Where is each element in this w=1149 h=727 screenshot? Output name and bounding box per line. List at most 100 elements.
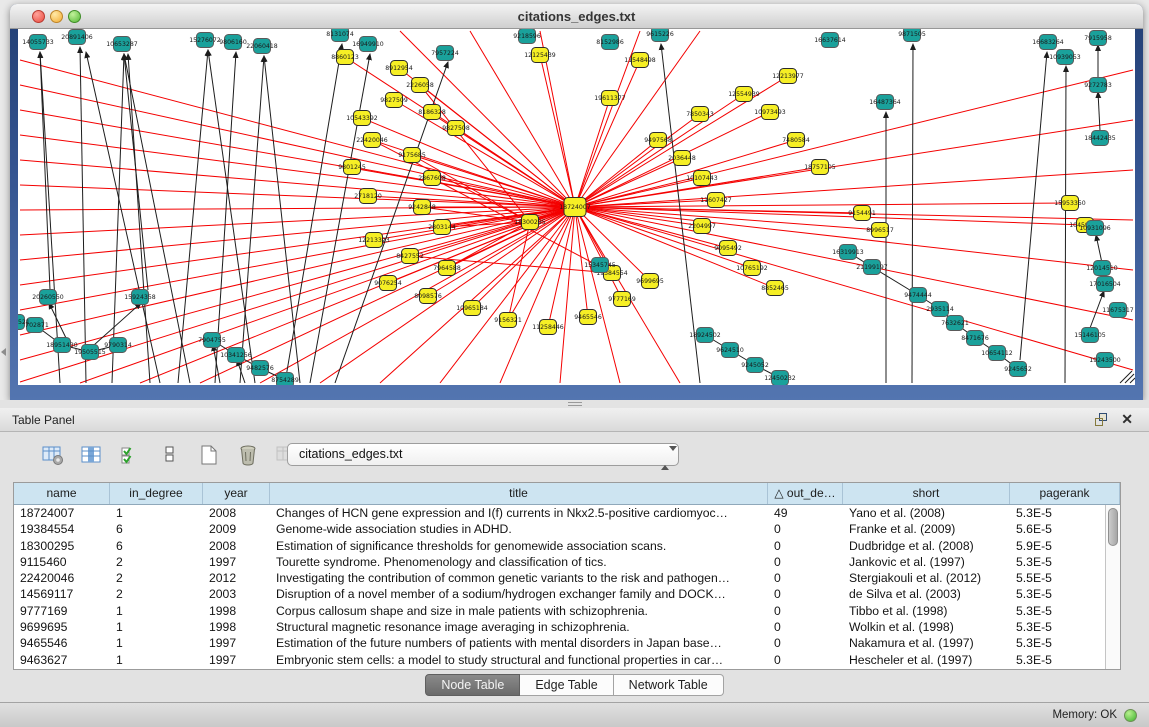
network-node-label: 18951430 — [46, 342, 78, 349]
network-edge — [112, 54, 124, 383]
network-node-label: 9156321 — [494, 317, 522, 324]
network-canvas[interactable]: 1872400788601238912954222605898275091054… — [18, 29, 1135, 385]
panel-collapse-arrow-icon[interactable] — [1, 348, 6, 356]
network-node-label: 10965184 — [456, 305, 488, 312]
table-selector-dropdown[interactable]: citations_edges.txt — [287, 443, 679, 466]
cell-year: 2008 — [203, 505, 270, 521]
cell-out_de: 0 — [768, 554, 843, 570]
network-edge — [470, 31, 575, 207]
table-panel-body: f(x) citations_edges.txt namein_degreeye… — [0, 432, 1149, 702]
cell-out_de: 0 — [768, 586, 843, 602]
tab-network-table[interactable]: Network Table — [614, 674, 724, 696]
network-edge — [1020, 52, 1047, 360]
network-node-label: 18757105 — [804, 164, 836, 171]
table-row[interactable]: 969969511998Structural magnetic resonanc… — [14, 619, 1120, 635]
cell-out_de: 0 — [768, 570, 843, 586]
column-header-name[interactable]: name — [14, 483, 110, 504]
cell-pagerank: 5.3E-5 — [1010, 619, 1120, 635]
network-edge — [128, 54, 150, 383]
network-graph[interactable]: 1872400788601238912954222605898275091054… — [18, 29, 1135, 385]
cell-short: Hescheler et al. (1997) — [843, 652, 1010, 668]
network-node-label: 8131074 — [326, 31, 354, 38]
network-edge — [124, 54, 190, 383]
network-node-label: 18300295 — [514, 219, 546, 226]
network-node-label: 8471676 — [961, 335, 989, 342]
network-node-label: 9790314 — [104, 342, 132, 349]
network-edge — [1065, 66, 1066, 383]
network-node-label: 10765192 — [736, 265, 768, 272]
column-header-short[interactable]: short — [843, 483, 1010, 504]
table-row[interactable]: 1872400712008Changes of HCN gene express… — [14, 505, 1120, 521]
network-node-label: 9801245 — [338, 164, 366, 171]
table-row[interactable]: 1938455462009Genome-wide association stu… — [14, 521, 1120, 537]
network-node-label: 9245652 — [1004, 366, 1032, 373]
network-edge — [560, 207, 575, 383]
float-window-icon[interactable] — [1095, 413, 1109, 427]
network-node-label: 9368521 — [18, 319, 30, 326]
zoom-traffic-light[interactable] — [68, 10, 81, 23]
network-window: citations_edges.txt 18724007886012389129… — [10, 4, 1143, 400]
close-traffic-light[interactable] — [32, 10, 45, 23]
select-columns-icon[interactable] — [118, 442, 144, 468]
network-edge — [575, 207, 1133, 370]
tab-node-table[interactable]: Node Table — [425, 674, 520, 696]
memory-status-indicator-icon — [1124, 709, 1137, 722]
table-row[interactable]: 977716911998Corpus callosum shape and si… — [14, 603, 1120, 619]
network-edge — [20, 60, 575, 207]
network-node-label: 8996517 — [866, 227, 894, 234]
column-header-pagerank[interactable]: pagerank — [1010, 483, 1120, 504]
cell-short: de Silva et al. (2003) — [843, 586, 1010, 602]
table-row[interactable]: 946362711997Embryonic stem cells: a mode… — [14, 652, 1120, 668]
table-row[interactable]: 2242004622012Investigating the contribut… — [14, 570, 1120, 586]
new-column-icon[interactable] — [196, 442, 222, 468]
cell-in_degree: 2 — [110, 554, 203, 570]
splitter-grip-icon[interactable] — [568, 402, 582, 406]
delete-column-icon[interactable] — [235, 442, 261, 468]
cell-year: 1997 — [203, 652, 270, 668]
table-row[interactable]: 911546021997Tourette syndrome. Phenomeno… — [14, 554, 1120, 570]
network-node-label: 9777169 — [608, 296, 636, 303]
table-row[interactable]: 1456911722003Disruption of a novel membe… — [14, 586, 1120, 602]
table-row[interactable]: 946554611997Estimation of the future num… — [14, 635, 1120, 651]
cell-in_degree: 1 — [110, 603, 203, 619]
minimize-traffic-light[interactable] — [50, 10, 63, 23]
cell-pagerank: 5.3E-5 — [1010, 586, 1120, 602]
network-node-label: 2226058 — [406, 82, 434, 89]
window-titlebar[interactable]: citations_edges.txt — [10, 4, 1143, 29]
network-node-label: 10654112 — [981, 350, 1013, 357]
table-scrollbar-thumb[interactable] — [1108, 508, 1118, 546]
network-node-label: 8912954 — [385, 65, 413, 72]
cell-out_de: 0 — [768, 521, 843, 537]
panel-splitter[interactable] — [0, 400, 1149, 408]
cell-out_de: 0 — [768, 603, 843, 619]
network-edge — [420, 85, 575, 207]
network-node-label: 9218596 — [513, 33, 541, 40]
table-scrollbar[interactable] — [1105, 505, 1120, 669]
table-row[interactable]: 1830029562008Estimation of significance … — [14, 538, 1120, 554]
cell-pagerank: 5.3E-5 — [1010, 505, 1120, 521]
network-node-label: 12213977 — [772, 73, 804, 80]
network-edge — [80, 47, 86, 383]
column-header-title[interactable]: title — [270, 483, 768, 504]
network-node-label: 11548498 — [624, 57, 656, 64]
tab-edge-table[interactable]: Edge Table — [520, 674, 613, 696]
close-icon[interactable]: ✕ — [1121, 411, 1133, 428]
cell-out_de: 0 — [768, 652, 843, 668]
column-header-year[interactable]: year — [203, 483, 270, 504]
cell-in_degree: 1 — [110, 652, 203, 668]
cell-short: Nakamura et al. (1997) — [843, 635, 1010, 651]
network-node-label: 7850343 — [686, 111, 714, 118]
cell-name: 18724007 — [14, 505, 110, 521]
network-node-label: 7632621 — [941, 320, 969, 327]
network-node-label: 9242848 — [408, 204, 436, 211]
row-height-icon[interactable] — [157, 442, 183, 468]
network-node-label: 16319913 — [832, 249, 864, 256]
cell-title: Corpus callosum shape and size in male p… — [270, 603, 768, 619]
cell-year: 1998 — [203, 619, 270, 635]
show-columns-icon[interactable] — [79, 442, 105, 468]
column-header-out_de[interactable]: △ out_de… — [768, 483, 843, 504]
column-header-in_degree[interactable]: in_degree — [110, 483, 203, 504]
table-mode-icon[interactable] — [40, 442, 66, 468]
cell-in_degree: 1 — [110, 635, 203, 651]
network-node-label: 9175685 — [398, 152, 426, 159]
